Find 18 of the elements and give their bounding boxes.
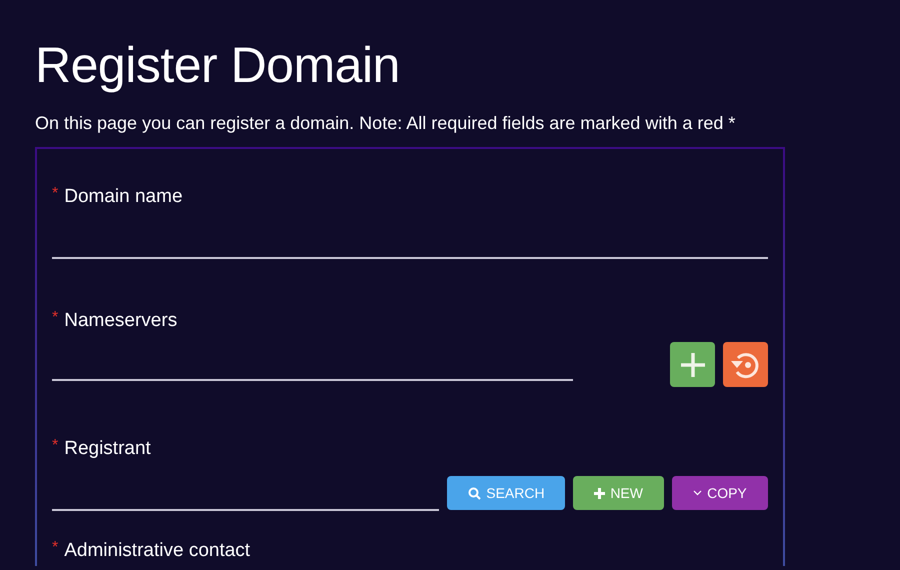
field-label: Domain name (64, 185, 183, 209)
search-icon (468, 486, 482, 500)
plus-icon (594, 488, 606, 498)
required-asterisk: * (52, 539, 58, 557)
required-asterisk: * (52, 437, 58, 455)
search-button[interactable]: SEARCH (447, 476, 566, 510)
intro-text: On this page you can register a domain. Note: All required fields are marked with a red * (35, 112, 736, 134)
caret-icon (693, 490, 702, 496)
required-asterisk: * (52, 309, 58, 327)
field-label: Administrative contact (64, 539, 250, 563)
field-label: Registrant (64, 437, 151, 461)
new-button[interactable]: NEW (573, 476, 664, 510)
required-asterisk: * (52, 185, 58, 203)
plus-icon (680, 352, 706, 378)
page-title: Register Domain (35, 36, 401, 95)
reset-button[interactable] (723, 342, 768, 387)
copy-button[interactable]: COPY (672, 476, 768, 510)
field-label: Nameservers (64, 309, 178, 333)
